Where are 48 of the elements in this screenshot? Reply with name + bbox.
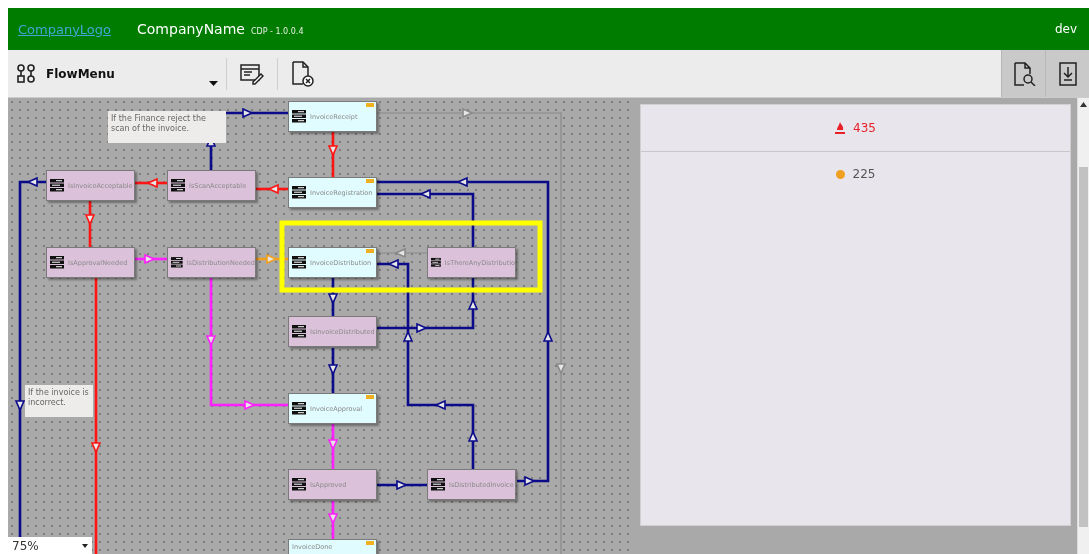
node-icon — [50, 256, 64, 269]
node-icon — [431, 256, 441, 269]
connector — [135, 177, 167, 189]
connector — [327, 131, 339, 177]
download-button[interactable] — [1045, 50, 1089, 97]
zoom-select[interactable]: 75% — [8, 537, 92, 554]
connector — [327, 424, 339, 469]
scroll-up-icon[interactable] — [1080, 102, 1087, 107]
note: If the invoice is incorrect. — [25, 385, 93, 417]
company-name: CompanyName — [137, 21, 245, 37]
preview-button[interactable] — [1001, 50, 1045, 97]
connector — [327, 278, 339, 316]
task-tag — [366, 541, 374, 545]
user-name: dev — [1054, 22, 1077, 36]
node-icon — [292, 402, 306, 415]
flow-icon — [16, 63, 36, 84]
download-icon — [1058, 61, 1077, 86]
connector — [256, 183, 288, 195]
node-icon — [292, 478, 306, 491]
node-icon — [292, 110, 306, 123]
node-icon — [292, 186, 306, 199]
connector — [327, 348, 339, 393]
document-close-icon — [291, 60, 315, 87]
task-tag — [366, 395, 374, 399]
count-value: 225 — [852, 167, 876, 181]
node-icon — [292, 256, 306, 269]
task-tag — [366, 179, 374, 183]
company-logo-link[interactable]: CompanyLogo — [18, 21, 112, 37]
note: If the Finance reject the scan of the invoice. — [108, 111, 226, 143]
form-edit-icon — [240, 62, 264, 85]
node-icon — [292, 325, 306, 338]
flow-menu-dropdown[interactable]: FlowMenu — [8, 50, 226, 97]
connector — [135, 253, 167, 265]
caret-icon — [82, 543, 88, 548]
scrollbar[interactable] — [1077, 98, 1089, 554]
node-icon — [431, 478, 445, 491]
task-tag — [366, 249, 374, 253]
connector — [84, 201, 96, 247]
connector — [256, 253, 288, 265]
caret-icon — [209, 81, 218, 86]
document-search-icon — [1011, 61, 1036, 86]
count-value: 435 — [853, 121, 876, 135]
connector — [327, 501, 339, 539]
node-icon — [50, 179, 64, 192]
task-tag — [366, 103, 374, 107]
node-icon — [171, 256, 183, 269]
node-icon — [171, 179, 185, 192]
version-label: CDP - 1.0.0.4 — [250, 27, 304, 36]
